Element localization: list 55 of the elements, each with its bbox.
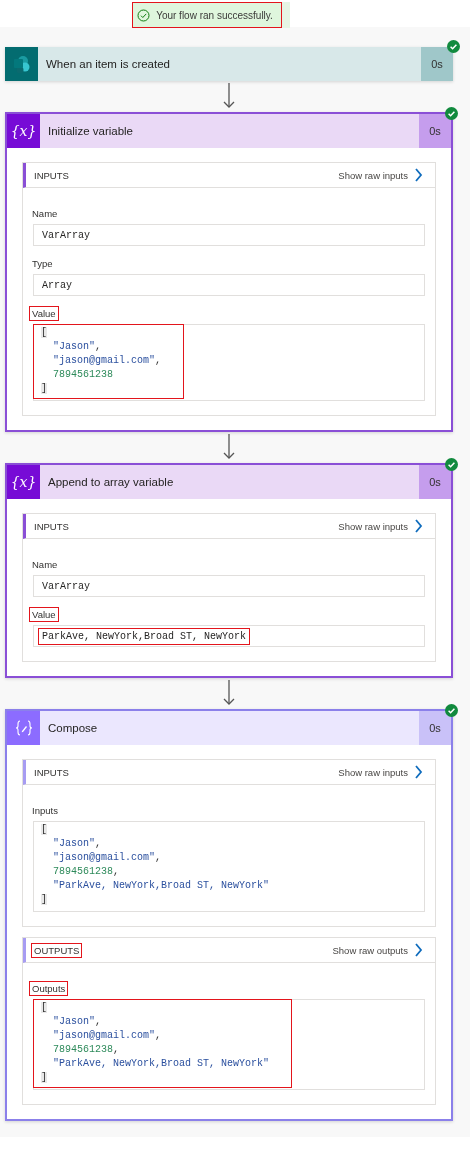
- section-heading: INPUTS: [33, 519, 70, 534]
- code-line: 7894561238,: [53, 865, 120, 879]
- check-circle-icon: [137, 8, 151, 22]
- show-raw-link[interactable]: Show raw inputs: [338, 519, 423, 533]
- duration-label: 0s: [419, 711, 451, 745]
- show-raw-link[interactable]: Show raw inputs: [338, 168, 423, 182]
- step-title: Compose: [47, 722, 99, 734]
- connector-arrow: [223, 83, 235, 108]
- connector-arrow: [223, 680, 235, 705]
- code-line: 7894561238: [53, 368, 113, 382]
- code-line: "Jason",: [53, 1015, 102, 1029]
- field-label: Inputs: [31, 804, 59, 818]
- step-title: Initialize variable: [47, 125, 134, 137]
- step-title: Append to array variable: [47, 476, 175, 488]
- chevron-right-icon: [414, 943, 423, 957]
- field-value: Array: [41, 278, 73, 293]
- chevron-right-icon: [414, 519, 423, 533]
- banner-message: Your flow ran successfully.: [156, 9, 273, 21]
- section-heading: INPUTS: [33, 765, 70, 780]
- duration-label: 0s: [419, 114, 451, 148]
- variable-icon: {x}: [10, 123, 37, 139]
- field-label: Value: [29, 306, 59, 321]
- field-value: VarArray: [41, 228, 91, 243]
- variable-icon: {x}: [10, 474, 37, 490]
- field-label: Type: [31, 257, 54, 271]
- field-value: ParkAve, NewYork,Broad ST, NewYork: [38, 627, 251, 645]
- code-line: "jason@gmail.com",: [53, 851, 162, 865]
- step-title: When an item is created: [45, 58, 171, 70]
- chevron-right-icon: [414, 765, 423, 779]
- card-header[interactable]: {x} Initialize variable 0s: [7, 114, 451, 148]
- show-raw-link[interactable]: Show raw inputs: [338, 765, 423, 779]
- list-logo-icon: [11, 53, 32, 75]
- code-line: "jason@gmail.com",: [53, 1029, 162, 1043]
- field-value: VarArray: [41, 579, 91, 594]
- show-raw-link[interactable]: Show raw outputs: [332, 943, 423, 957]
- field-label: Outputs: [29, 981, 69, 996]
- code-line: 7894561238,: [53, 1043, 120, 1057]
- code-line: "Jason",: [53, 837, 102, 851]
- code-line: "Jason",: [53, 340, 102, 354]
- code-line: "ParkAve, NewYork,Broad ST, NewYork": [53, 1057, 270, 1071]
- duration-label: 0s: [421, 47, 453, 81]
- card-header[interactable]: When an item is created 0s: [5, 47, 453, 81]
- section-heading: OUTPUTS: [31, 942, 83, 958]
- field-label: Name: [31, 207, 59, 221]
- code-line: "ParkAve, NewYork,Broad ST, NewYork": [53, 879, 270, 893]
- card-header[interactable]: Compose 0s: [7, 711, 451, 745]
- compose-icon: [13, 718, 34, 738]
- duration-label: 0s: [419, 465, 451, 499]
- section-heading: INPUTS: [33, 168, 70, 183]
- connector-arrow: [223, 434, 235, 459]
- field-label: Name: [31, 558, 59, 572]
- code-line: "jason@gmail.com",: [53, 354, 162, 368]
- field-label: Value: [29, 607, 59, 622]
- card-header[interactable]: {x} Append to array variable 0s: [7, 465, 451, 499]
- chevron-right-icon: [414, 168, 423, 182]
